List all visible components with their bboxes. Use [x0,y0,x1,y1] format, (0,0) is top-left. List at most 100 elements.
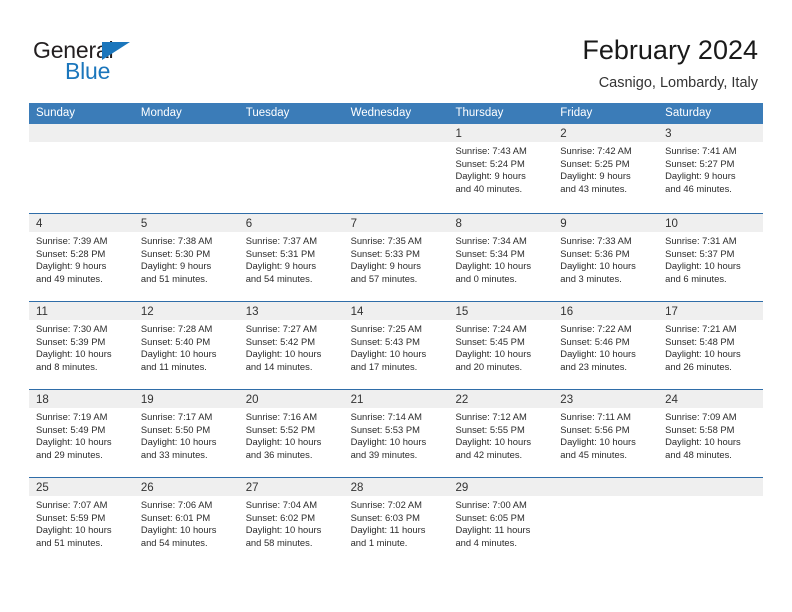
day-number: 22 [455,394,469,406]
day-number: 24 [665,394,678,406]
day-cell[interactable]: 17 Sunrise: 7:21 AM Sunset: 5:48 PM Dayligh… [658,302,764,389]
day-detail-line: Sunrise: 7:39 AM [36,235,108,246]
day-detail-line: Sunrise: 7:14 AM [350,411,422,422]
day-cell[interactable]: 27 Sunrise: 7:04 AM Sunset: 6:02 PM Dayligh… [238,478,344,565]
day-cell[interactable]: 28 Sunrise: 7:02 AM Sunset: 6:03 PM Dayligh… [343,478,449,565]
day-detail-line: and 42 minutes. [455,448,523,460]
day-cell-empty [29,124,134,213]
day-details: Sunrise: 7:09 AM Sunset: 5:58 PM Daylight:… [658,408,763,461]
day-number: 1 [455,128,462,140]
day-cell[interactable]: 18 Sunrise: 7:19 AM Sunset: 5:49 PM Dayligh… [29,390,134,477]
day-details: Sunrise: 7:16 AM Sunset: 5:52 PM Daylight:… [239,408,344,461]
day-detail-line: Daylight: 10 hours [245,524,322,536]
day-number: 15 [455,306,469,318]
calendar-week-row: 4 Sunrise: 7:39 AM Sunset: 5:28 PM Daylight… [29,213,764,301]
day-cell[interactable]: 24 Sunrise: 7:09 AM Sunset: 5:58 PM Dayligh… [658,390,764,477]
day-detail-line: Sunrise: 7:35 AM [350,235,422,246]
day-number: 3 [665,128,672,140]
day-cell[interactable]: 4 Sunrise: 7:39 AM Sunset: 5:28 PM Daylight… [29,214,134,301]
day-details: Sunrise: 7:17 AM Sunset: 5:50 PM Daylight:… [134,408,239,461]
day-detail-line: Daylight: 10 hours [36,436,112,448]
day-cell-empty [658,478,764,565]
general-blue-logo: General Blue [33,37,173,85]
day-number: 25 [36,482,49,494]
day-number: 19 [140,394,154,406]
day-number: 8 [455,218,462,230]
day-cell[interactable]: 20 Sunrise: 7:16 AM Sunset: 5:52 PM Dayligh… [238,390,344,477]
day-detail-line: and 39 minutes. [350,448,418,460]
day-detail-line: and 51 minutes. [140,272,208,284]
calendar-week-row: 25 Sunrise: 7:07 AM Sunset: 5:59 PM Dayligh… [29,477,764,565]
day-detail-line: Sunset: 5:55 PM [455,423,525,435]
day-detail-line: Sunrise: 7:21 AM [665,323,737,334]
day-detail-line: and 33 minutes. [140,448,208,460]
day-cell[interactable]: 12 Sunrise: 7:28 AM Sunset: 5:40 PM Dayligh… [133,302,239,389]
day-detail-line: Sunset: 5:50 PM [140,423,211,435]
day-detail-line: Daylight: 9 hours [140,260,212,272]
day-detail-line: and 4 minutes. [455,536,517,548]
calendar-week-row: 11 Sunrise: 7:30 AM Sunset: 5:39 PM Dayligh… [29,301,764,389]
day-number-strip: 23 [553,390,659,408]
day-cell[interactable]: 22 Sunrise: 7:12 AM Sunset: 5:55 PM Dayligh… [448,390,554,477]
day-details: Sunrise: 7:00 AM Sunset: 6:05 PM Daylight:… [448,496,553,549]
day-cell[interactable]: 13 Sunrise: 7:27 AM Sunset: 5:42 PM Dayligh… [238,302,344,389]
day-number: 14 [350,306,364,318]
day-number: 23 [560,394,574,406]
day-detail-line: Sunrise: 7:11 AM [560,411,631,422]
day-cell[interactable]: 1 Sunrise: 7:43 AM Sunset: 5:24 PM Daylight… [448,124,554,213]
day-details: Sunrise: 7:02 AM Sunset: 6:03 PM Daylight:… [344,496,449,549]
day-cell[interactable]: 16 Sunrise: 7:22 AM Sunset: 5:46 PM Dayligh… [553,302,659,389]
day-detail-line: Daylight: 10 hours [455,348,532,360]
day-number-strip: 19 [133,390,239,408]
day-number-strip [133,124,239,142]
day-cell[interactable]: 9 Sunrise: 7:33 AM Sunset: 5:36 PM Daylight… [553,214,659,301]
day-number: 28 [350,482,364,494]
day-detail-line: Sunset: 5:46 PM [560,335,630,347]
day-cell[interactable]: 21 Sunrise: 7:14 AM Sunset: 5:53 PM Dayligh… [343,390,449,477]
calendar-weeks: 1 Sunrise: 7:43 AM Sunset: 5:24 PM Daylight… [29,124,764,565]
day-detail-line: and 29 minutes. [36,448,103,460]
day-detail-line: Sunset: 5:59 PM [36,511,106,523]
day-cell[interactable]: 7 Sunrise: 7:35 AM Sunset: 5:33 PM Daylight… [343,214,449,301]
day-number-strip: 21 [343,390,449,408]
day-details: Sunrise: 7:37 AM Sunset: 5:31 PM Daylight:… [239,232,344,285]
day-details: Sunrise: 7:22 AM Sunset: 5:46 PM Daylight:… [553,320,658,373]
day-cell[interactable]: 23 Sunrise: 7:11 AM Sunset: 5:56 PM Dayligh… [553,390,659,477]
day-detail-line: and 54 minutes. [140,536,208,548]
day-detail-line: and 43 minutes. [560,182,628,194]
day-number: 9 [560,218,567,230]
day-detail-line: Daylight: 10 hours [140,348,217,360]
day-cell[interactable]: 10 Sunrise: 7:31 AM Sunset: 5:37 PM Dayligh… [658,214,764,301]
day-detail-line: Sunset: 5:30 PM [140,247,211,259]
day-details: Sunrise: 7:41 AM Sunset: 5:27 PM Daylight:… [658,142,763,195]
day-cell[interactable]: 8 Sunrise: 7:34 AM Sunset: 5:34 PM Daylight… [448,214,554,301]
day-detail-line: Daylight: 10 hours [665,348,741,360]
day-number-strip: 5 [133,214,239,232]
day-number: 13 [245,306,259,318]
day-details: Sunrise: 7:19 AM Sunset: 5:49 PM Daylight:… [29,408,134,461]
weekday-header-wednesday: Wednesday [350,107,412,119]
day-cell[interactable]: 29 Sunrise: 7:00 AM Sunset: 6:05 PM Dayligh… [448,478,554,565]
day-cell[interactable]: 15 Sunrise: 7:24 AM Sunset: 5:45 PM Dayligh… [448,302,554,389]
day-number-strip: 25 [29,478,134,496]
day-detail-line: Sunrise: 7:30 AM [36,323,108,334]
day-cell[interactable]: 2 Sunrise: 7:42 AM Sunset: 5:25 PM Daylight… [553,124,659,213]
day-detail-line: Sunrise: 7:07 AM [36,499,108,510]
day-cell[interactable]: 5 Sunrise: 7:38 AM Sunset: 5:30 PM Daylight… [133,214,239,301]
day-cell[interactable]: 26 Sunrise: 7:06 AM Sunset: 6:01 PM Dayligh… [133,478,239,565]
day-cell[interactable]: 6 Sunrise: 7:37 AM Sunset: 5:31 PM Daylight… [238,214,344,301]
day-detail-line: Daylight: 10 hours [560,348,636,360]
day-detail-line: Sunset: 5:56 PM [560,423,630,435]
day-cell[interactable]: 11 Sunrise: 7:30 AM Sunset: 5:39 PM Dayligh… [29,302,134,389]
day-number: 2 [560,128,567,140]
day-cell[interactable]: 3 Sunrise: 7:41 AM Sunset: 5:27 PM Daylight… [658,124,764,213]
day-cell[interactable]: 19 Sunrise: 7:17 AM Sunset: 5:50 PM Dayligh… [133,390,239,477]
day-cell[interactable]: 25 Sunrise: 7:07 AM Sunset: 5:59 PM Dayligh… [29,478,134,565]
day-cell[interactable]: 14 Sunrise: 7:25 AM Sunset: 5:43 PM Dayligh… [343,302,449,389]
day-number-strip: 3 [658,124,764,142]
day-detail-line: Sunrise: 7:22 AM [560,323,632,334]
day-detail-line: Daylight: 10 hours [455,260,532,272]
day-cell-empty [553,478,659,565]
day-detail-line: Sunset: 5:36 PM [560,247,630,259]
day-detail-line: Sunset: 5:49 PM [36,423,106,435]
